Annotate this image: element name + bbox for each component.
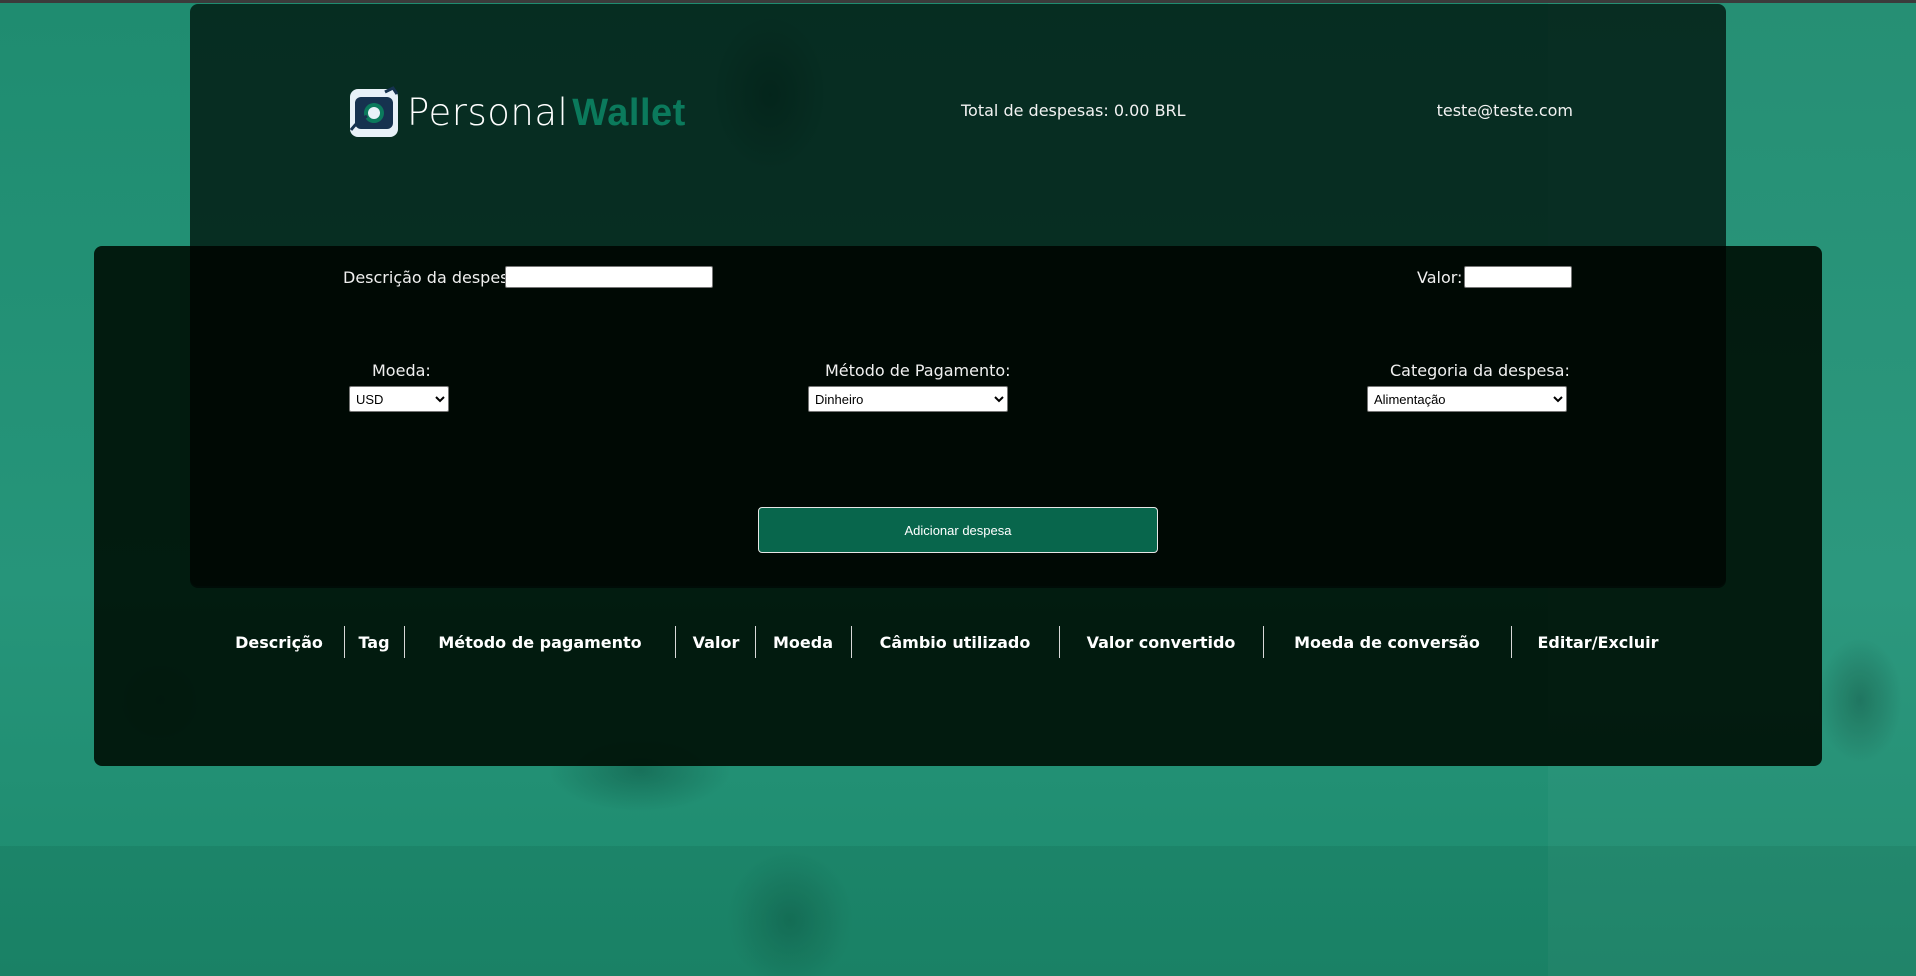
column-separator — [344, 626, 345, 658]
user-email: teste@teste.com — [1436, 101, 1573, 120]
logo-text: Personal Wallet — [407, 91, 686, 134]
value-label: Valor: — [1417, 268, 1463, 287]
th-descricao: Descrição — [235, 632, 323, 652]
top-border — [0, 0, 1916, 3]
add-expense-button[interactable]: Adicionar despesa — [758, 507, 1158, 553]
expenses-table-header: Descrição Tag Método de pagamento Valor … — [0, 626, 1916, 658]
column-separator — [1263, 626, 1264, 658]
th-valor-convertido: Valor convertido — [1086, 632, 1236, 652]
th-editar-excluir: Editar/Excluir — [1537, 632, 1659, 652]
th-metodo-pagamento: Método de pagamento — [438, 632, 642, 652]
total-currency: BRL — [1154, 101, 1186, 120]
logo: Personal Wallet — [347, 86, 686, 140]
wallet-logo-icon — [349, 86, 399, 137]
total-value: 0.00 — [1113, 101, 1150, 120]
th-valor: Valor — [692, 632, 740, 652]
column-separator — [1511, 626, 1512, 658]
th-moeda: Moeda — [772, 632, 833, 652]
currency-select[interactable]: USD — [349, 386, 449, 412]
value-input[interactable] — [1464, 266, 1572, 288]
column-separator — [851, 626, 852, 658]
description-label: Descrição da despesa: — [343, 268, 524, 287]
description-input[interactable] — [505, 266, 713, 288]
column-separator — [755, 626, 756, 658]
column-separator — [1059, 626, 1060, 658]
th-cambio-utilizado: Câmbio utilizado — [879, 632, 1031, 652]
total-label: Total de despesas: — [961, 101, 1109, 120]
th-moeda-conversao: Moeda de conversão — [1294, 632, 1480, 652]
payment-method-select[interactable]: Dinheiro — [808, 386, 1008, 412]
category-select[interactable]: Alimentação — [1367, 386, 1567, 412]
column-separator — [675, 626, 676, 658]
column-separator — [404, 626, 405, 658]
currency-label: Moeda: — [372, 361, 431, 380]
payment-method-label: Método de Pagamento: — [825, 361, 1011, 380]
th-tag: Tag — [358, 632, 390, 652]
category-label: Categoria da despesa: — [1390, 361, 1570, 380]
total-expenses: Total de despesas: 0.00 BRL — [961, 101, 1186, 120]
